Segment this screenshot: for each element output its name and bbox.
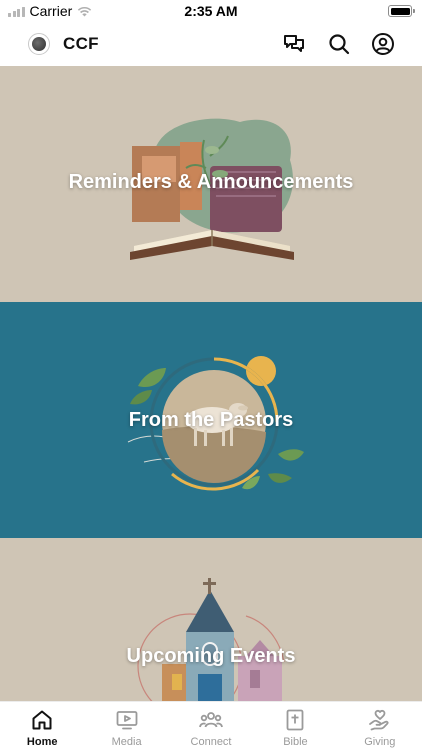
status-time: 2:35 AM [184,3,238,19]
tab-label: Connect [190,736,232,748]
app-header: CCF [0,22,422,66]
tab-label: Giving [364,736,396,748]
tab-label: Bible [283,736,308,748]
app-title: CCF [63,34,99,53]
tab-media[interactable]: Media [84,702,168,750]
giving-icon [368,709,389,731]
tab-bible[interactable]: Bible [253,702,337,750]
upcoming-events-banner[interactable]: Upcoming Events [0,538,422,701]
status-bar: Carrier 2:35 AM [0,0,422,22]
chat-icon[interactable] [282,32,306,56]
reminders-announcements-banner[interactable]: Reminders & Announcements [0,66,422,302]
tab-label: Home [26,736,58,748]
battery-icon [388,5,415,17]
tab-home[interactable]: Home [0,702,84,750]
banner-title: Upcoming Events [126,645,296,667]
from-the-pastors-banner[interactable]: From the Pastors [0,302,422,538]
tab-connect[interactable]: Connect [169,702,253,750]
church-collage-illustration [137,578,285,701]
search-icon[interactable] [327,32,351,56]
banner-title: From the Pastors [128,409,294,431]
media-icon [116,711,138,730]
banner-title: Reminders & Announcements [68,171,354,193]
tab-label: Media [111,736,142,748]
profile-icon[interactable] [371,32,395,56]
tab-giving[interactable]: Giving [338,702,422,750]
tab-bar: Home Media Connect Bible Giving [0,701,422,750]
church-logo[interactable] [28,33,50,55]
home-icon [32,710,52,730]
bible-icon [287,709,304,731]
connect-icon [199,712,223,728]
